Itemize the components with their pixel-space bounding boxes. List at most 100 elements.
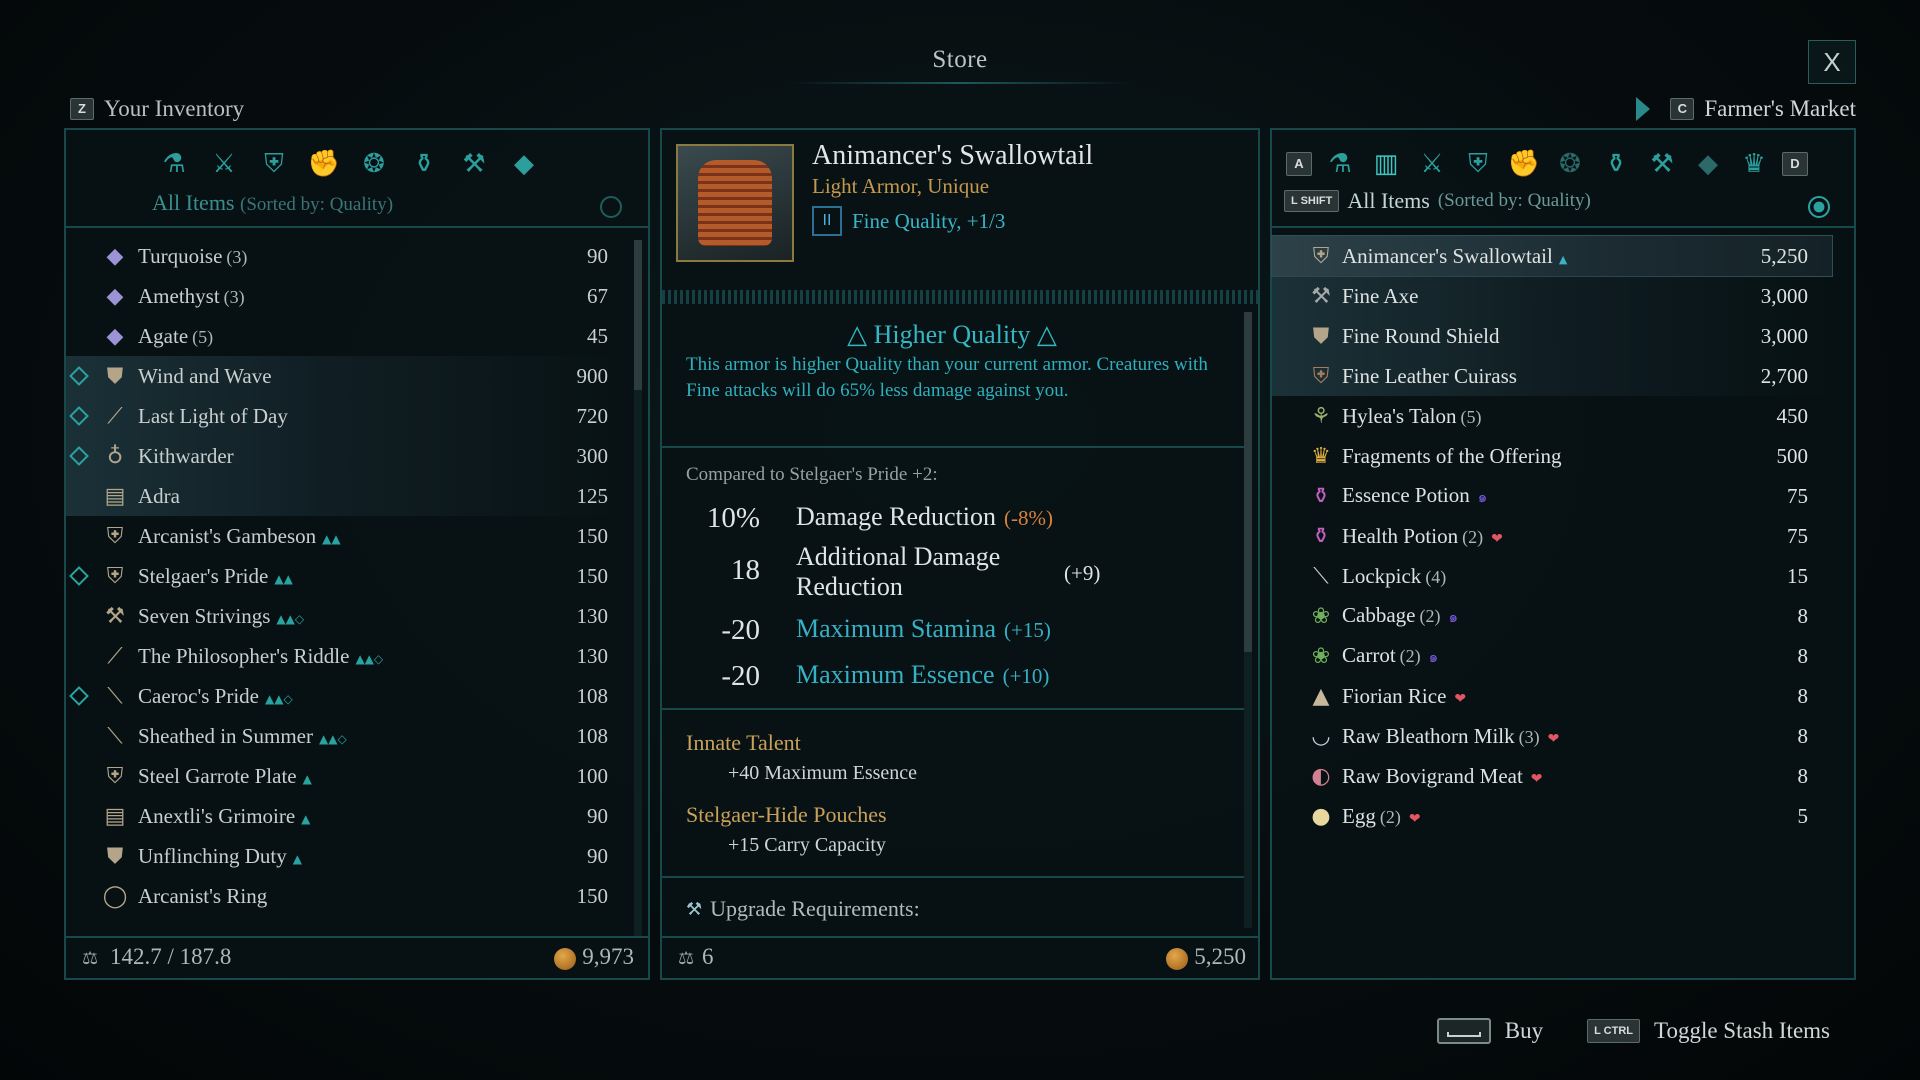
chest-icon[interactable]: ▥ xyxy=(1368,146,1404,182)
higher-quality-label: Higher Quality xyxy=(873,320,1031,349)
sword-icon: ⟋ xyxy=(107,643,123,669)
item-count: (3) xyxy=(223,286,245,307)
weapons-icon[interactable]: ⚔ xyxy=(1414,146,1450,182)
gauntlets-icon[interactable]: ✊ xyxy=(1506,146,1542,182)
buy-prompt[interactable]: Buy xyxy=(1505,1018,1543,1044)
list-item[interactable]: ⛊ Unflinching Duty ▲ 90 xyxy=(66,836,626,876)
dagger-icon: ⟍ xyxy=(107,683,123,709)
item-name-wrap: Hylea's Talon (5) xyxy=(1342,404,1482,429)
detail-scroll-thumb[interactable] xyxy=(1244,312,1252,652)
spacebar-keycap xyxy=(1436,1018,1491,1044)
rings-icon[interactable]: ❂ xyxy=(1552,146,1588,182)
list-item[interactable]: ♛ Fragments of the Offering 500 xyxy=(1272,436,1832,476)
item-value: 150 xyxy=(576,523,609,548)
list-item[interactable]: ⛊ Fine Round Shield 3,000 xyxy=(1272,316,1832,356)
list-item[interactable]: ▤ Anextli's Grimoire ▲ 90 xyxy=(66,796,626,836)
divider xyxy=(66,226,648,228)
quality-label: Fine Quality, +1/3 xyxy=(852,208,1006,233)
merchant-filter[interactable]: L SHIFT All Items (Sorted by: Quality) xyxy=(1284,188,1591,214)
list-item[interactable]: ◡ Raw Bleathorn Milk (3) ❤ 8 xyxy=(1272,716,1832,756)
list-item[interactable]: ⟋ The Philosopher's Riddle ▲▲◇ 130 xyxy=(66,636,626,676)
hammer-icon: ⚒ xyxy=(105,603,125,629)
inventory-filter-toggle[interactable] xyxy=(600,196,622,218)
stat-delta: (-8%) xyxy=(1004,506,1053,530)
inventory-filter[interactable]: All Items (Sorted by: Quality) xyxy=(152,190,393,216)
gems-icon[interactable]: ◆ xyxy=(506,146,542,182)
list-item[interactable]: ♁ Kithwarder 300 xyxy=(66,436,626,476)
list-item[interactable]: ⚘ Hylea's Talon (5) 450 xyxy=(1272,396,1832,436)
item-name-wrap: Lockpick (4) xyxy=(1342,564,1446,589)
list-item[interactable]: ◆ Amethyst (3) 67 xyxy=(66,276,626,316)
list-item[interactable]: ⟍ Caeroc's Pride ▲▲◇ 108 xyxy=(66,676,626,716)
close-button[interactable]: X xyxy=(1808,40,1856,84)
item-name: Caeroc's Pride xyxy=(138,683,259,708)
list-item[interactable]: ⟋ Last Light of Day 720 xyxy=(66,396,626,436)
heart-icon: ❤ xyxy=(1408,810,1421,827)
essence-icon: ๑ xyxy=(1428,648,1439,666)
item-name: Animancer's Swallowtail xyxy=(1342,243,1553,268)
list-item[interactable]: ⟍ Sheathed in Summer ▲▲◇ 108 xyxy=(66,716,626,756)
list-item[interactable]: ◯ Arcanist's Ring 150 xyxy=(66,876,626,916)
list-item[interactable]: ⛊ Wind and Wave 900 xyxy=(66,356,626,396)
list-item[interactable]: ⛨ Stelgaer's Pride ▲▲ 150 xyxy=(66,556,626,596)
prev-category-keycap[interactable]: A xyxy=(1286,152,1312,176)
essence-icon: ๑ xyxy=(1477,488,1488,506)
inventory-scroll-thumb[interactable] xyxy=(634,240,642,390)
potions-icon[interactable]: ⚱ xyxy=(1598,146,1634,182)
rings-icon[interactable]: ❂ xyxy=(356,146,392,182)
weight-icon: ⚖ xyxy=(82,948,99,969)
list-item[interactable]: ▲ Fiorian Rice ❤ 8 xyxy=(1272,676,1832,716)
list-item[interactable]: ⟍ Lockpick (4) 15 xyxy=(1272,556,1832,596)
grimoire-icon: ▤ xyxy=(104,803,126,829)
gauntlets-icon[interactable]: ✊ xyxy=(306,146,342,182)
title-underline xyxy=(790,82,1130,84)
item-value: 720 xyxy=(576,403,609,428)
inventory-label: Your Inventory xyxy=(104,96,245,121)
list-item[interactable]: ● Egg (2) ❤ 5 xyxy=(1272,796,1832,836)
list-item[interactable]: ◆ Agate (5) 45 xyxy=(66,316,626,356)
ornate-divider xyxy=(662,290,1258,304)
list-item[interactable]: ⛨ Fine Leather Cuirass 2,700 xyxy=(1272,356,1832,396)
list-item[interactable]: ❀ Carrot (2) ๑ 8 xyxy=(1272,636,1832,676)
inventory-filter-label: All Items xyxy=(152,190,235,215)
toggle-stash-prompt[interactable]: Toggle Stash Items xyxy=(1654,1018,1830,1044)
next-category-keycap[interactable]: D xyxy=(1782,152,1808,176)
item-name-wrap: Essence Potion ๑ xyxy=(1342,483,1487,509)
armor-icon: ⛨ xyxy=(106,763,124,789)
crafting-icon[interactable]: ⚒ xyxy=(1644,146,1680,182)
list-item[interactable]: ◐ Raw Bovigrand Meat ❤ 8 xyxy=(1272,756,1832,796)
stat-label: Maximum Stamina xyxy=(796,614,997,643)
crown-icon[interactable]: ♛ xyxy=(1736,146,1772,182)
item-name: Animancer's Swallowtail xyxy=(812,140,1094,171)
list-item[interactable]: ◆ Turquoise (3) 90 xyxy=(66,236,626,276)
list-item[interactable]: ❀ Cabbage (2) ๑ 8 xyxy=(1272,596,1832,636)
upgrade-icon: ▲ xyxy=(292,851,302,866)
sword-icon: ⟋ xyxy=(107,403,123,429)
armor-icon[interactable]: ⛨ xyxy=(256,146,292,182)
list-item[interactable]: ⚱ Essence Potion ๑ 75 xyxy=(1272,476,1832,516)
new-item-diamond-icon xyxy=(69,366,89,386)
item-name-wrap: Raw Bovigrand Meat ❤ xyxy=(1342,764,1543,789)
list-item[interactable]: ⚒ Fine Axe 3,000 xyxy=(1272,276,1832,316)
list-item[interactable]: ⚱ Health Potion (2) ❤ 75 xyxy=(1272,516,1832,556)
list-item[interactable]: ⛨ Arcanist's Gambeson ▲▲ 150 xyxy=(66,516,626,556)
list-item[interactable]: ⛨ Animancer's Swallowtail ▲ 5,250 xyxy=(1271,235,1833,277)
item-value: 500 xyxy=(1776,443,1809,468)
armor-icon[interactable]: ⛨ xyxy=(1460,146,1496,182)
potions-icon[interactable]: ⚱ xyxy=(406,146,442,182)
merchant-filter-toggle[interactable] xyxy=(1808,196,1830,218)
item-value: 67 xyxy=(587,283,608,308)
list-item[interactable]: ⚒ Seven Strivings ▲▲◇ 130 xyxy=(66,596,626,636)
list-item[interactable]: ⛨ Steel Garrote Plate ▲ 100 xyxy=(66,756,626,796)
all-items-icon[interactable]: ⚗ xyxy=(1322,146,1358,182)
gold-coin-icon xyxy=(1166,947,1189,970)
item-value: 8 xyxy=(1797,723,1809,748)
market-header[interactable]: C Farmer's Market xyxy=(1636,96,1856,122)
item-name: Amethyst xyxy=(138,283,220,308)
inventory-header[interactable]: Z Your Inventory xyxy=(70,96,244,122)
crafting-icon[interactable]: ⚒ xyxy=(456,146,492,182)
list-item[interactable]: ▤ Adra 125 xyxy=(66,476,626,516)
gems-icon[interactable]: ◆ xyxy=(1690,146,1726,182)
all-items-icon[interactable]: ⚗ xyxy=(156,146,192,182)
weapons-icon[interactable]: ⚔ xyxy=(206,146,242,182)
